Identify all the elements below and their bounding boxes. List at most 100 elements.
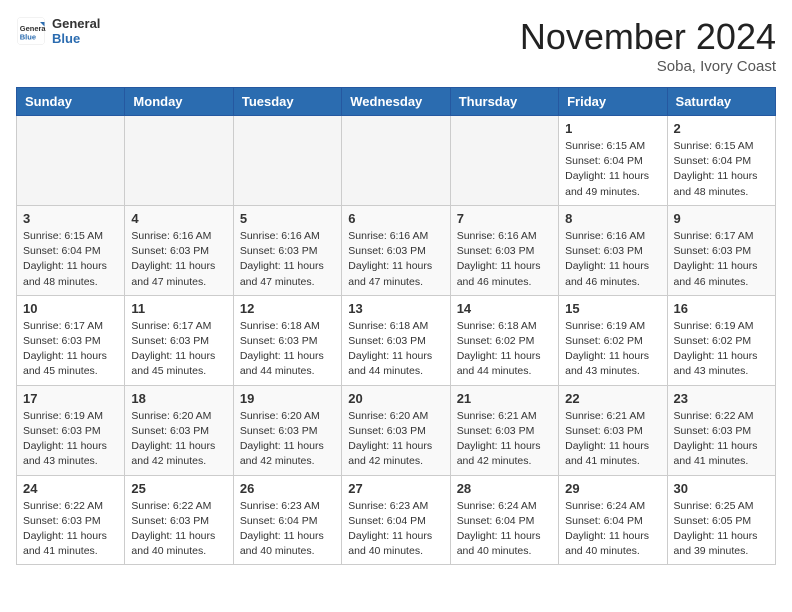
calendar-cell bbox=[125, 116, 233, 206]
day-number: 22 bbox=[565, 391, 660, 406]
calendar-cell: 16Sunrise: 6:19 AM Sunset: 6:02 PM Dayli… bbox=[667, 295, 775, 385]
day-number: 30 bbox=[674, 481, 769, 496]
calendar-cell: 21 Sunrise: 6:21 AM Sunset: 6:03 PM Dayli… bbox=[450, 385, 558, 475]
logo-icon: General Blue bbox=[16, 16, 46, 46]
calendar-cell: 20 Sunrise: 6:20 AM Sunset: 6:03 PM Dayli… bbox=[342, 385, 450, 475]
day-info: Sunrise: 6:16 AM Sunset: 6:03 PM Dayligh… bbox=[348, 229, 443, 290]
calendar-cell: 22Sunrise: 6:21 AM Sunset: 6:03 PM Dayli… bbox=[559, 385, 667, 475]
calendar-cell: 8Sunrise: 6:16 AM Sunset: 6:03 PM Daylig… bbox=[559, 205, 667, 295]
month-title: November 2024 bbox=[520, 16, 776, 58]
day-info: Sunrise: 6:22 AM Sunset: 6:03 PM Dayligh… bbox=[23, 499, 118, 560]
calendar-cell: 24 Sunrise: 6:22 AM Sunset: 6:03 PM Dayli… bbox=[17, 475, 125, 565]
calendar-cell: 29 Sunrise: 6:24 AM Sunset: 6:04 PM Dayli… bbox=[559, 475, 667, 565]
calendar-day-header: Tuesday bbox=[233, 88, 341, 116]
day-info: Sunrise: 6:19 AM Sunset: 6:02 PM Dayligh… bbox=[674, 319, 769, 380]
calendar-cell: 5 Sunrise: 6:16 AM Sunset: 6:03 PM Daylig… bbox=[233, 205, 341, 295]
day-info: Sunrise: 6:19 AM Sunset: 6:02 PM Dayligh… bbox=[565, 319, 660, 380]
title-block: November 2024 Soba, Ivory Coast bbox=[520, 16, 776, 75]
calendar-cell: 23Sunrise: 6:22 AM Sunset: 6:03 PM Dayli… bbox=[667, 385, 775, 475]
day-number: 20 bbox=[348, 391, 443, 406]
calendar-body: 1 Sunrise: 6:15 AM Sunset: 6:04 PM Daylig… bbox=[17, 116, 776, 565]
day-number: 1 bbox=[565, 121, 660, 136]
calendar-day-header: Friday bbox=[559, 88, 667, 116]
logo-general-text: General bbox=[52, 16, 100, 31]
calendar-day-header: Sunday bbox=[17, 88, 125, 116]
day-info: Sunrise: 6:19 AM Sunset: 6:03 PM Dayligh… bbox=[23, 409, 118, 470]
day-number: 19 bbox=[240, 391, 335, 406]
calendar-cell: 30 Sunrise: 6:25 AM Sunset: 6:05 PM Dayli… bbox=[667, 475, 775, 565]
day-info: Sunrise: 6:24 AM Sunset: 6:04 PM Dayligh… bbox=[565, 499, 660, 560]
day-info: Sunrise: 6:23 AM Sunset: 6:04 PM Dayligh… bbox=[348, 499, 443, 560]
day-info: Sunrise: 6:17 AM Sunset: 6:03 PM Dayligh… bbox=[131, 319, 226, 380]
day-info: Sunrise: 6:20 AM Sunset: 6:03 PM Dayligh… bbox=[240, 409, 335, 470]
calendar-day-header: Thursday bbox=[450, 88, 558, 116]
day-info: Sunrise: 6:24 AM Sunset: 6:04 PM Dayligh… bbox=[457, 499, 552, 560]
day-number: 7 bbox=[457, 211, 552, 226]
calendar-cell: 1Sunrise: 6:15 AM Sunset: 6:04 PM Daylig… bbox=[559, 116, 667, 206]
calendar-cell: 15Sunrise: 6:19 AM Sunset: 6:02 PM Dayli… bbox=[559, 295, 667, 385]
day-info: Sunrise: 6:16 AM Sunset: 6:03 PM Dayligh… bbox=[565, 229, 660, 290]
day-number: 10 bbox=[23, 301, 118, 316]
day-number: 13 bbox=[348, 301, 443, 316]
calendar-table: SundayMondayTuesdayWednesdayThursdayFrid… bbox=[16, 87, 776, 565]
day-number: 17 bbox=[23, 391, 118, 406]
calendar-header-row: SundayMondayTuesdayWednesdayThursdayFrid… bbox=[17, 88, 776, 116]
calendar-cell: 3 Sunrise: 6:15 AM Sunset: 6:04 PM Daylig… bbox=[17, 205, 125, 295]
calendar-cell: 14 Sunrise: 6:18 AM Sunset: 6:02 PM Dayli… bbox=[450, 295, 558, 385]
calendar-week-row: 24 Sunrise: 6:22 AM Sunset: 6:03 PM Dayli… bbox=[17, 475, 776, 565]
day-number: 2 bbox=[674, 121, 769, 136]
svg-text:Blue: Blue bbox=[20, 32, 36, 41]
day-info: Sunrise: 6:22 AM Sunset: 6:03 PM Dayligh… bbox=[674, 409, 769, 470]
calendar-cell bbox=[342, 116, 450, 206]
day-number: 21 bbox=[457, 391, 552, 406]
logo-blue-text: Blue bbox=[52, 31, 100, 46]
day-info: Sunrise: 6:17 AM Sunset: 6:03 PM Dayligh… bbox=[23, 319, 118, 380]
day-number: 14 bbox=[457, 301, 552, 316]
logo: General Blue General Blue bbox=[16, 16, 100, 46]
day-number: 3 bbox=[23, 211, 118, 226]
day-info: Sunrise: 6:15 AM Sunset: 6:04 PM Dayligh… bbox=[23, 229, 118, 290]
day-number: 4 bbox=[131, 211, 226, 226]
calendar-cell: 6 Sunrise: 6:16 AM Sunset: 6:03 PM Daylig… bbox=[342, 205, 450, 295]
day-info: Sunrise: 6:20 AM Sunset: 6:03 PM Dayligh… bbox=[348, 409, 443, 470]
day-number: 26 bbox=[240, 481, 335, 496]
day-number: 12 bbox=[240, 301, 335, 316]
day-number: 25 bbox=[131, 481, 226, 496]
day-info: Sunrise: 6:21 AM Sunset: 6:03 PM Dayligh… bbox=[457, 409, 552, 470]
calendar-week-row: 1 Sunrise: 6:15 AM Sunset: 6:04 PM Daylig… bbox=[17, 116, 776, 206]
day-number: 24 bbox=[23, 481, 118, 496]
calendar-week-row: 3 Sunrise: 6:15 AM Sunset: 6:04 PM Daylig… bbox=[17, 205, 776, 295]
day-info: Sunrise: 6:18 AM Sunset: 6:02 PM Dayligh… bbox=[457, 319, 552, 380]
day-number: 18 bbox=[131, 391, 226, 406]
day-number: 6 bbox=[348, 211, 443, 226]
calendar-cell: 10 Sunrise: 6:17 AM Sunset: 6:03 PM Dayli… bbox=[17, 295, 125, 385]
day-number: 28 bbox=[457, 481, 552, 496]
calendar-cell: 2 Sunrise: 6:15 AM Sunset: 6:04 PM Daylig… bbox=[667, 116, 775, 206]
location-text: Soba, Ivory Coast bbox=[520, 58, 776, 75]
day-info: Sunrise: 6:16 AM Sunset: 6:03 PM Dayligh… bbox=[240, 229, 335, 290]
day-number: 5 bbox=[240, 211, 335, 226]
calendar-week-row: 17 Sunrise: 6:19 AM Sunset: 6:03 PM Dayli… bbox=[17, 385, 776, 475]
day-info: Sunrise: 6:17 AM Sunset: 6:03 PM Dayligh… bbox=[674, 229, 769, 290]
day-number: 11 bbox=[131, 301, 226, 316]
calendar-cell bbox=[233, 116, 341, 206]
calendar-cell: 26Sunrise: 6:23 AM Sunset: 6:04 PM Dayli… bbox=[233, 475, 341, 565]
day-info: Sunrise: 6:20 AM Sunset: 6:03 PM Dayligh… bbox=[131, 409, 226, 470]
day-info: Sunrise: 6:16 AM Sunset: 6:03 PM Dayligh… bbox=[131, 229, 226, 290]
day-info: Sunrise: 6:15 AM Sunset: 6:04 PM Dayligh… bbox=[674, 139, 769, 200]
calendar-cell: 4 Sunrise: 6:16 AM Sunset: 6:03 PM Daylig… bbox=[125, 205, 233, 295]
calendar-cell bbox=[450, 116, 558, 206]
calendar-cell: 25 Sunrise: 6:22 AM Sunset: 6:03 PM Dayli… bbox=[125, 475, 233, 565]
calendar-week-row: 10 Sunrise: 6:17 AM Sunset: 6:03 PM Dayli… bbox=[17, 295, 776, 385]
day-info: Sunrise: 6:25 AM Sunset: 6:05 PM Dayligh… bbox=[674, 499, 769, 560]
day-number: 29 bbox=[565, 481, 660, 496]
calendar-day-header: Wednesday bbox=[342, 88, 450, 116]
day-info: Sunrise: 6:18 AM Sunset: 6:03 PM Dayligh… bbox=[240, 319, 335, 380]
day-info: Sunrise: 6:22 AM Sunset: 6:03 PM Dayligh… bbox=[131, 499, 226, 560]
page-header: General Blue General Blue November 2024 … bbox=[16, 16, 776, 75]
calendar-cell: 13Sunrise: 6:18 AM Sunset: 6:03 PM Dayli… bbox=[342, 295, 450, 385]
day-info: Sunrise: 6:16 AM Sunset: 6:03 PM Dayligh… bbox=[457, 229, 552, 290]
calendar-cell: 18 Sunrise: 6:20 AM Sunset: 6:03 PM Dayli… bbox=[125, 385, 233, 475]
day-number: 9 bbox=[674, 211, 769, 226]
calendar-cell bbox=[17, 116, 125, 206]
